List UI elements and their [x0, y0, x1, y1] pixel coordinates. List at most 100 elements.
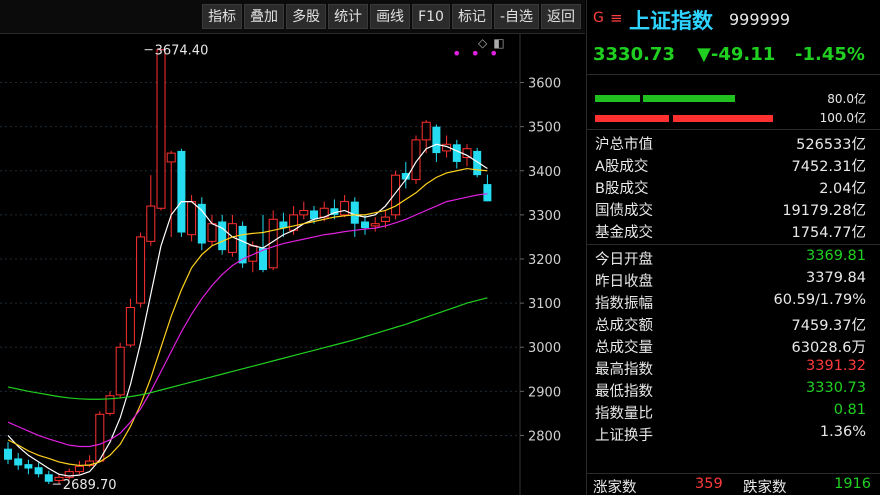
y-tick-label: 3300 [528, 209, 561, 224]
candle-body [34, 467, 43, 475]
down-count: 1916 [834, 476, 871, 492]
kline-chart[interactable]: 2800 2900 3000 3100 3200 3300 3400 3500 3600 3674… [0, 34, 585, 495]
stat-value: 2.04亿 [819, 181, 866, 197]
candle-body [177, 150, 186, 233]
volume-bar-bottom [595, 115, 669, 122]
candle-body [411, 139, 421, 181]
divider [587, 129, 880, 130]
candle-body [146, 205, 156, 242]
candle-body [350, 201, 359, 224]
toolbar-button[interactable]: 返回 [541, 4, 581, 29]
y-tick-label: 3200 [528, 253, 561, 268]
toolbar-button[interactable]: -自选 [493, 4, 539, 29]
toolbar-button[interactable]: 叠加 [244, 4, 285, 29]
stat-row: 昨日收盘 3379.84 [587, 269, 880, 291]
candle-body [310, 210, 318, 220]
candle-body [125, 307, 135, 346]
ma-line [7, 297, 488, 400]
stat-label: 昨日收盘 [595, 274, 653, 290]
toolbar-button[interactable]: 画线 [370, 4, 411, 29]
candle-body [207, 223, 217, 242]
toolbar-button[interactable]: 统计 [328, 4, 369, 29]
stat-row: 总成交量 63028.6万 [587, 335, 880, 357]
stat-value: 3369.81 [806, 248, 866, 264]
candle-body [187, 201, 197, 236]
candle-body [74, 465, 84, 473]
candle-body [432, 126, 441, 154]
candle-body [166, 152, 176, 163]
index-code: 999999 [729, 10, 791, 29]
stat-value: 3330.73 [806, 380, 866, 396]
stat-value: 3379.84 [806, 270, 866, 286]
candle-body [156, 49, 166, 209]
stat-value: 19179.28亿 [782, 203, 866, 219]
candle-body [452, 144, 461, 162]
stat-row: 总成交额 7459.37亿 [587, 313, 880, 335]
stat-label: 基金成交 [595, 225, 653, 241]
stat-label: B股成交 [595, 181, 649, 197]
candle-body [4, 448, 12, 460]
candle-body [54, 476, 64, 481]
stat-row: 最低指数 3330.73 [587, 379, 880, 401]
stat-row: 基金成交 1754.77亿 [587, 220, 880, 242]
toolbar-button[interactable]: 多股 [286, 4, 327, 29]
y-tick-label: 2800 [528, 429, 561, 444]
menu-icon[interactable]: ≡ [610, 9, 623, 27]
stat-row: 最高指数 3391.32 [587, 357, 880, 379]
stat-row: 指数量比 0.81 [587, 401, 880, 423]
group-label[interactable]: G [593, 10, 604, 26]
candle-body [340, 201, 350, 216]
volume-bottom-label: 100.0亿 [819, 111, 866, 125]
y-tick-label: 3100 [528, 297, 561, 312]
candle-body [299, 209, 309, 216]
stat-label: 最低指数 [595, 384, 653, 400]
index-header: G ≡ 上证指数 999999 [587, 0, 880, 40]
y-tick-label: 3400 [528, 165, 561, 180]
kline-svg: 2800 2900 3000 3100 3200 3300 3400 3500 3600 3674… [0, 34, 561, 495]
stat-value: 3391.32 [806, 358, 866, 374]
stat-value: 1754.77亿 [791, 225, 866, 241]
stat-row: 上证换手 1.36% [587, 423, 880, 445]
y-tick-label: 2900 [528, 385, 561, 400]
candle-body [380, 216, 390, 222]
stat-label: 最高指数 [595, 362, 653, 378]
toolbar-button[interactable]: 指标 [202, 4, 243, 29]
annotation-label: 2689.70 [63, 478, 117, 493]
index-name: 上证指数 [629, 9, 713, 33]
stat-row: A股成交 7452.31亿 [587, 154, 880, 176]
divider [587, 74, 880, 75]
volume-bar-top [595, 95, 640, 102]
candle-body [462, 148, 472, 159]
ma-legend-dots: • • • [452, 44, 501, 63]
stat-label: 沪总市值 [595, 137, 653, 153]
volume-top-label: 80.0亿 [827, 92, 866, 106]
quote-line: 3330.73 ▼-49.11 -1.45% [587, 40, 880, 72]
toolbar-button[interactable]: 标记 [451, 4, 492, 29]
volume-bar-bottom-ext [673, 115, 773, 122]
stat-label: 国债成交 [595, 203, 653, 219]
stat-label: 总成交量 [595, 340, 653, 356]
market-stats: 沪总市值 526533亿 A股成交 7452.31亿 B股成交 2.04亿国债成交 1917… [587, 132, 880, 242]
ma-line [7, 167, 488, 467]
volume-bar-top-ext [643, 95, 735, 102]
candle-body [421, 121, 431, 141]
divider [587, 244, 880, 245]
stat-row: 沪总市值 526533亿 [587, 132, 880, 154]
price-change: ▼-49.11 [697, 44, 776, 65]
candle-body [218, 221, 227, 251]
toolbar-buttons: 指标 叠加 多股 统计 画线 F10 标记 -自选 返回 [200, 4, 581, 29]
stat-value: 0.81 [833, 402, 866, 418]
candle-body [370, 223, 380, 227]
down-count-label: 跌家数 [743, 480, 787, 495]
stat-value: 60.59/1.79% [773, 292, 866, 308]
candle-body [44, 474, 53, 482]
candle-body [136, 236, 146, 304]
stat-row: 今日开盘 3369.81 [587, 247, 880, 269]
stat-label: 指数量比 [595, 406, 653, 422]
candle-body [483, 184, 492, 202]
up-count-label: 涨家数 [593, 480, 637, 495]
candle-body [361, 221, 369, 229]
y-tick-label: 3500 [528, 121, 561, 136]
toolbar-button[interactable]: F10 [412, 4, 450, 29]
stat-value: 7459.37亿 [791, 318, 866, 334]
